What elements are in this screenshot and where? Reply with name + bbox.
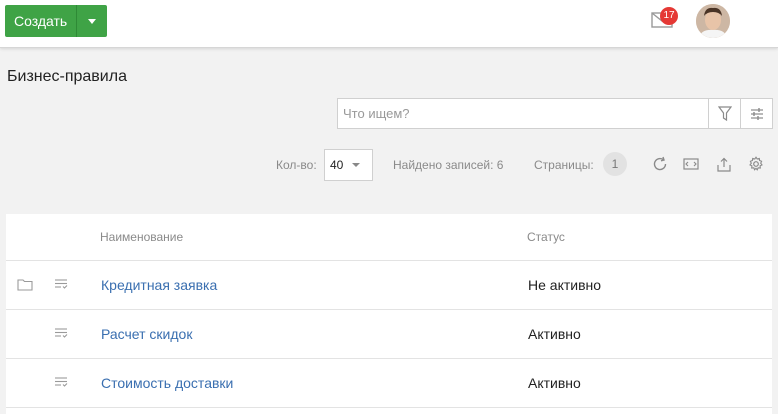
records-found: Найдено записей: 6 [393, 158, 504, 172]
qty-select[interactable]: 40 [324, 149, 373, 181]
top-bar: Создать 17 [0, 0, 778, 48]
pages-label: Страницы: [534, 158, 594, 172]
search-input[interactable] [338, 99, 708, 128]
expand-view-button[interactable] [682, 155, 700, 173]
folder-icon[interactable] [17, 278, 33, 291]
rule-list-icon[interactable] [54, 327, 68, 339]
filter-settings-button[interactable] [740, 99, 772, 128]
upload-icon [717, 157, 731, 172]
table-header: Наименование Статус [6, 214, 772, 261]
rule-name-link[interactable]: Кредитная заявка [101, 277, 217, 293]
refresh-button[interactable] [651, 155, 669, 173]
table-row[interactable]: Расчет скидок Активно [6, 310, 772, 359]
rule-name-link[interactable]: Расчет скидок [101, 326, 192, 342]
rule-name-link[interactable]: Стоимость доставки [101, 375, 233, 391]
rule-status: Активно [528, 326, 581, 342]
expand-icon [683, 158, 699, 170]
qty-value: 40 [330, 158, 344, 172]
filter-icon [717, 105, 732, 121]
chevron-down-icon [352, 163, 360, 167]
column-header-name[interactable]: Наименование [100, 230, 183, 244]
notification-badge: 17 [660, 7, 678, 25]
gear-icon [749, 156, 763, 171]
chevron-down-icon [88, 18, 97, 24]
avatar-image [696, 4, 730, 38]
rule-list-icon[interactable] [54, 278, 68, 290]
refresh-icon [653, 156, 667, 171]
page-title: Бизнес-правила [7, 68, 127, 85]
user-avatar[interactable] [696, 4, 730, 38]
create-button[interactable]: Создать [5, 5, 78, 37]
export-button[interactable] [715, 155, 733, 173]
search-bar [337, 98, 773, 129]
business-rules-table: Наименование Статус Кредитная заявка Не … [6, 214, 772, 414]
rule-status: Не активно [528, 277, 602, 293]
filter-button[interactable] [708, 99, 740, 128]
page-number-button[interactable]: 1 [603, 152, 627, 176]
create-button-group: Создать [5, 5, 108, 37]
sliders-icon [750, 107, 763, 120]
create-dropdown-button[interactable] [77, 5, 108, 37]
settings-button[interactable] [747, 155, 765, 173]
column-header-status[interactable]: Статус [527, 230, 565, 244]
rule-status: Активно [528, 375, 581, 391]
rule-list-icon[interactable] [54, 376, 68, 388]
table-row[interactable]: Стоимость доставки Активно [6, 359, 772, 408]
table-row[interactable]: Кредитная заявка Не активно [6, 261, 772, 310]
qty-label: Кол-во: [276, 158, 317, 172]
